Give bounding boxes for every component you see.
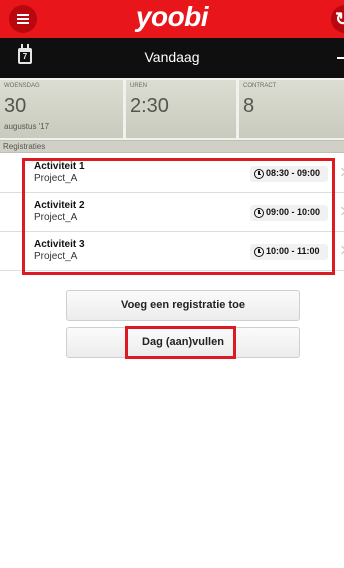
section-label: Registraties bbox=[3, 142, 46, 151]
brand-logo: yoobi bbox=[135, 1, 209, 32]
tile-label: UREN bbox=[130, 83, 148, 89]
top-bar: yoobi ↻ bbox=[0, 0, 344, 38]
add-registration-button[interactable]: Voeg een registratie toe bbox=[66, 290, 300, 321]
section-header: Registraties bbox=[0, 140, 344, 153]
empty-area bbox=[0, 370, 344, 568]
summary-tile-date: WOENSDAG 30 augustus '17 bbox=[0, 80, 123, 138]
chevron-right-icon bbox=[337, 245, 344, 255]
add-icon[interactable] bbox=[337, 57, 344, 59]
date-title: Vandaag bbox=[144, 49, 200, 65]
tile-value: 2:30 bbox=[130, 95, 169, 117]
activity-list-highlight bbox=[22, 158, 335, 275]
fill-day-highlight bbox=[125, 326, 236, 359]
summary-tile-hours: UREN 2:30 bbox=[126, 80, 236, 138]
app-screen: yoobi ↻ 7 Vandaag WOENSDAG 30 augustus '… bbox=[0, 0, 344, 568]
day-summary: WOENSDAG 30 augustus '17 UREN 2:30 CONTR… bbox=[0, 78, 344, 140]
chevron-right-icon bbox=[337, 167, 344, 177]
tile-label: WOENSDAG bbox=[4, 83, 40, 89]
chevron-right-icon bbox=[337, 206, 344, 216]
summary-tile-contract: CONTRACT 8 bbox=[239, 80, 344, 138]
date-bar: 7 Vandaag bbox=[0, 38, 344, 78]
tile-value: 8 bbox=[243, 95, 255, 117]
tile-subtext: augustus '17 bbox=[4, 122, 50, 131]
tile-value: 30 bbox=[4, 95, 27, 117]
tile-label: CONTRACT bbox=[243, 83, 277, 89]
